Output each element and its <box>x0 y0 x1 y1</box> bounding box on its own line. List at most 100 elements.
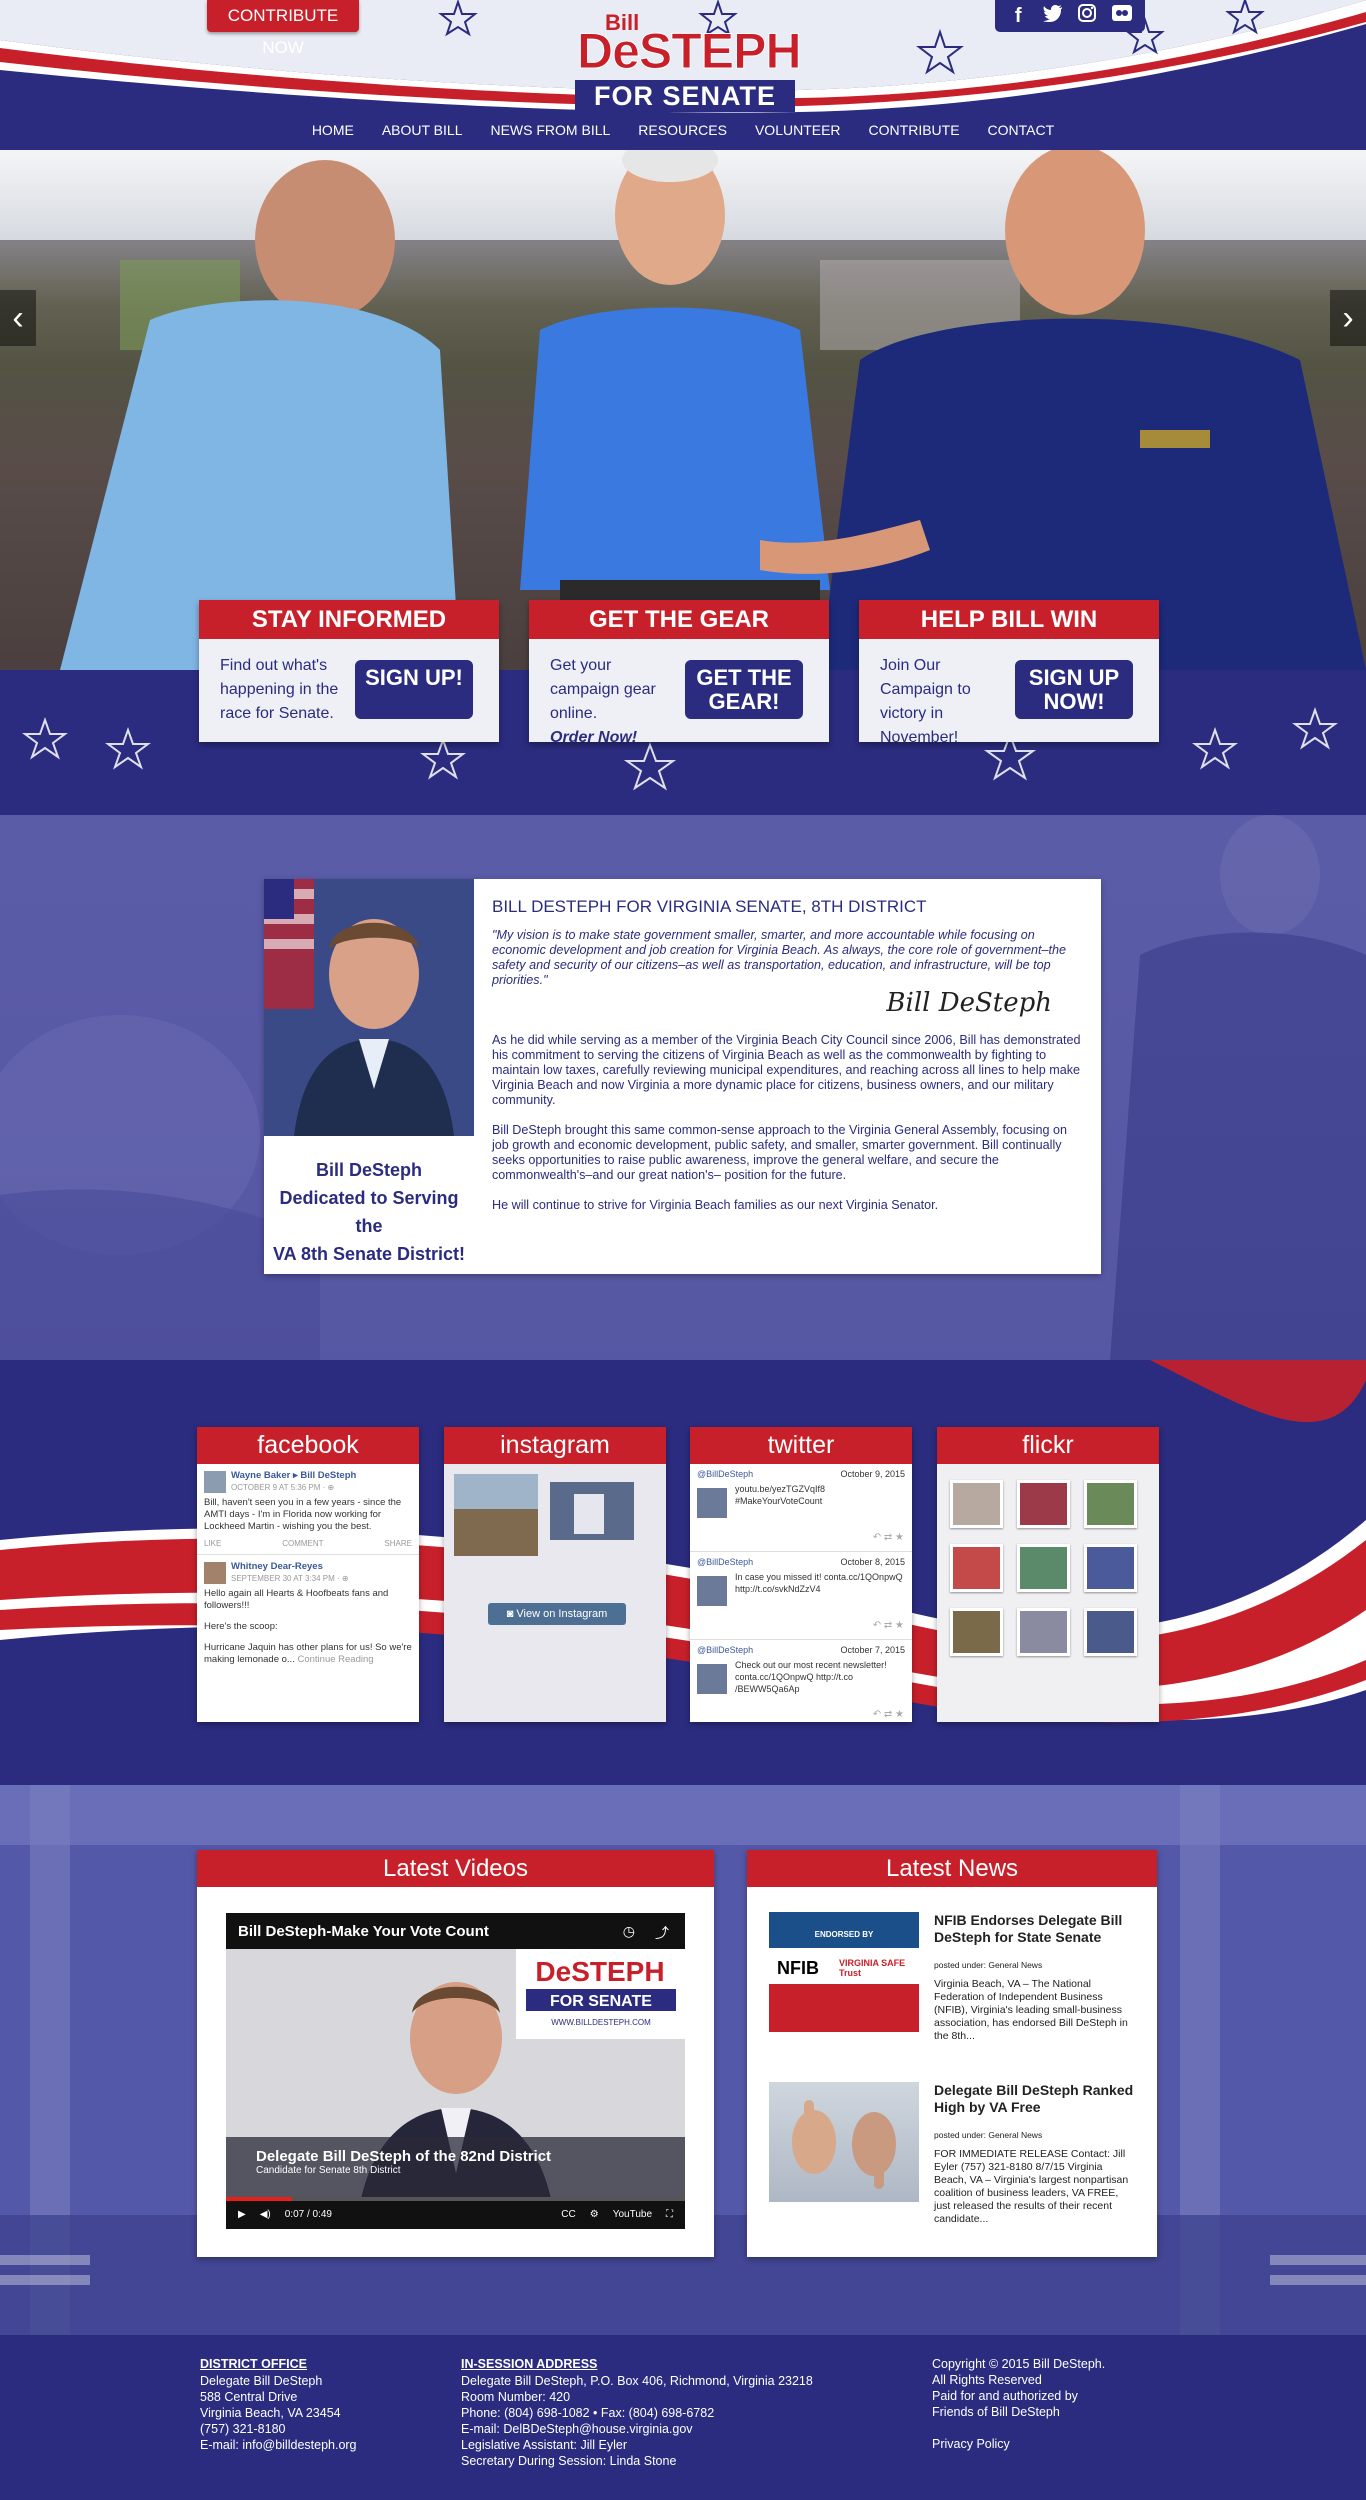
session-email[interactable]: E-mail: DelBDeSteph@house.virginia.gov <box>461 2421 813 2437</box>
video-player[interactable]: DeSTEPH FOR SENATE WWW.BILLDESTEPH.COM B… <box>226 1913 685 2229</box>
watch-later-icon[interactable]: ◷ <box>623 1923 635 1940</box>
settings-icon[interactable]: ⚙ <box>590 2201 599 2229</box>
news-excerpt: Virginia Beach, VA – The National Federa… <box>934 1978 1128 2042</box>
flickr-photo[interactable] <box>1084 1608 1137 1656</box>
nav-news-from-bill[interactable]: NEWS FROM BILL <box>476 118 624 144</box>
tweet[interactable]: @BillDeSteph October 7, 2015 Check out ou… <box>690 1640 912 1722</box>
tweet-action-icons[interactable]: ↶ ⇄ ★ <box>873 1620 904 1631</box>
news-title[interactable]: NFIB Endorses Delegate Bill DeSteph for … <box>934 1912 1134 1946</box>
continue-reading-link[interactable]: Continue Reading <box>297 1654 373 1665</box>
flickr-icon[interactable] <box>1109 4 1135 28</box>
tweet-date: October 7, 2015 <box>840 1645 905 1655</box>
tweet-handle[interactable]: @BillDeSteph <box>697 1469 753 1479</box>
flickr-photo[interactable] <box>1017 1480 1070 1528</box>
news-item[interactable]: ENDORSED BY NFIB VIRGINIA SAFE Trust NFI… <box>769 1912 1139 2062</box>
fullscreen-icon[interactable]: ⛶ <box>666 2201 673 2229</box>
district-email[interactable]: E-mail: info@billdesteph.org <box>200 2437 357 2453</box>
video-time: 0:07 / 0:49 <box>284 2209 332 2220</box>
feed-title: instagram <box>444 1427 666 1464</box>
cta-help-bill-win: HELP BILL WIN Join Our Campaign to victo… <box>859 600 1159 746</box>
cta-heading: GET THE GEAR <box>529 600 829 639</box>
volume-icon[interactable]: ◀) <box>260 2201 271 2229</box>
flickr-photo[interactable] <box>1017 1544 1070 1592</box>
nav-home[interactable]: HOME <box>298 118 368 144</box>
video-frame: DeSTEPH FOR SENATE WWW.BILLDESTEPH.COM <box>226 1913 685 2229</box>
nav-contact[interactable]: CONTACT <box>974 118 1069 144</box>
footer-heading: IN-SESSION ADDRESS <box>461 2357 598 2371</box>
feed-title: facebook <box>197 1427 419 1464</box>
share-icon[interactable]: ⤴ <box>655 1923 669 1943</box>
news-category: posted under: General News <box>934 2130 1043 2140</box>
news-title[interactable]: Delegate Bill DeSteph Ranked High by VA … <box>934 2082 1134 2116</box>
video-title[interactable]: Bill DeSteph-Make Your Vote Count <box>238 1923 489 1940</box>
twitter-icon[interactable] <box>1040 4 1066 28</box>
slider-next-arrow[interactable]: › <box>1330 290 1366 346</box>
bio-paragraph: As he did while serving as a member of t… <box>492 1033 1081 1107</box>
youtube-icon[interactable]: YouTube <box>613 2201 652 2229</box>
site-header: CONTRIBUTE NOW Bill DeSTEPH FOR SENATE f… <box>0 0 1366 150</box>
facebook-post[interactable]: Wayne Baker ▸ Bill DeSteph OCTOBER 9 AT 5… <box>197 1464 419 1555</box>
logo-last-name: DeSTEPH <box>577 23 803 80</box>
hero-photo <box>0 150 1366 670</box>
share-button[interactable]: SHARE <box>384 1538 412 1550</box>
cta-heading: STAY INFORMED <box>199 600 499 639</box>
view-on-instagram-button[interactable]: ◙ View on Instagram <box>488 1603 626 1625</box>
tweet-handle[interactable]: @BillDeSteph <box>697 1645 753 1655</box>
flickr-photo[interactable] <box>1084 1544 1137 1592</box>
order-now-link[interactable]: Order Now! <box>550 729 637 746</box>
tweet-action-icons[interactable]: ↶ ⇄ ★ <box>873 1709 904 1720</box>
site-footer: DISTRICT OFFICE Delegate Bill DeSteph 58… <box>0 2335 1366 2500</box>
sign-up-button[interactable]: SIGN UP! <box>355 660 473 719</box>
news-excerpt: FOR IMMEDIATE RELEASE Contact: Jill Eyle… <box>934 2148 1129 2225</box>
captions-icon[interactable]: CC <box>561 2201 575 2229</box>
tweet[interactable]: @BillDeSteph October 8, 2015 In case you … <box>690 1552 912 1640</box>
flickr-feed: flickr <box>937 1427 1159 1722</box>
site-logo[interactable]: Bill DeSTEPH FOR SENATE <box>575 6 803 112</box>
bio-card: Bill DeSteph Dedicated to Serving the VA… <box>264 879 1101 1274</box>
contribute-now-button[interactable]: CONTRIBUTE NOW <box>207 0 359 57</box>
facebook-feed: facebook Wayne Baker ▸ Bill DeSteph OCTOB… <box>197 1427 419 1722</box>
news-thumbnail[interactable]: ENDORSED BY NFIB VIRGINIA SAFE Trust <box>769 1912 919 2032</box>
nav-volunteer[interactable]: VOLUNTEER <box>741 118 855 144</box>
flickr-photo[interactable] <box>950 1544 1003 1592</box>
instagram-photos[interactable] <box>444 1474 666 1584</box>
flickr-photo[interactable] <box>950 1480 1003 1528</box>
play-icon[interactable]: ▶ <box>238 2201 246 2229</box>
district-office: DISTRICT OFFICE Delegate Bill DeSteph 58… <box>200 2357 357 2453</box>
feed-title: twitter <box>690 1427 912 1464</box>
panel-title: Latest News <box>747 1850 1157 1887</box>
nav-about-bill[interactable]: ABOUT BILL <box>368 118 477 144</box>
slider-prev-arrow[interactable]: ‹ <box>0 290 36 346</box>
hero-slider: ‹ › <box>0 150 1366 670</box>
news-item[interactable]: Delegate Bill DeSteph Ranked High by VA … <box>769 2082 1139 2232</box>
news-thumbnail[interactable] <box>769 2082 919 2202</box>
main-nav: HOME ABOUT BILL NEWS FROM BILL RESOURCES… <box>0 118 1366 144</box>
get-the-gear-button[interactable]: GET THE GEAR! <box>685 660 803 719</box>
comment-button[interactable]: COMMENT <box>282 1538 323 1550</box>
privacy-policy-link[interactable]: Privacy Policy <box>932 2436 1105 2452</box>
nav-resources[interactable]: RESOURCES <box>624 118 741 144</box>
panel-title: Latest Videos <box>197 1850 714 1887</box>
tweet-action-icons[interactable]: ↶ ⇄ ★ <box>873 1532 904 1543</box>
bio-quote: "My vision is to make state government s… <box>492 928 1067 987</box>
avatar <box>697 1488 727 1518</box>
instagram-icon[interactable] <box>1074 4 1100 28</box>
flickr-photo[interactable] <box>950 1608 1003 1656</box>
avatar <box>697 1664 727 1694</box>
flickr-photo[interactable] <box>1017 1608 1070 1656</box>
logo-tagline: FOR SENATE <box>575 80 795 112</box>
tweet[interactable]: @BillDeSteph October 9, 2015 youtu.be/yez… <box>690 1464 912 1552</box>
like-button[interactable]: LIKE <box>204 1538 221 1550</box>
bio-paragraph: Bill DeSteph brought this same common-se… <box>492 1123 1067 1182</box>
svg-text:FOR SENATE: FOR SENATE <box>550 1993 652 2010</box>
tweet-handle[interactable]: @BillDeSteph <box>697 1557 753 1567</box>
thumbs-up-down-icon <box>792 2100 896 2189</box>
footer-heading: DISTRICT OFFICE <box>200 2357 307 2371</box>
flickr-photo[interactable] <box>1084 1480 1137 1528</box>
latest-videos-panel: Latest Videos DeSTEPH FOR SENATE WWW.BIL… <box>197 1850 714 2257</box>
nav-contribute[interactable]: CONTRIBUTE <box>855 118 974 144</box>
facebook-post[interactable]: Whitney Dear-Reyes SEPTEMBER 30 AT 3:34 P… <box>197 1555 419 1670</box>
sign-up-now-button[interactable]: SIGN UP NOW! <box>1015 660 1133 719</box>
facebook-icon[interactable]: f <box>1005 5 1031 28</box>
feed-title: flickr <box>937 1427 1159 1464</box>
